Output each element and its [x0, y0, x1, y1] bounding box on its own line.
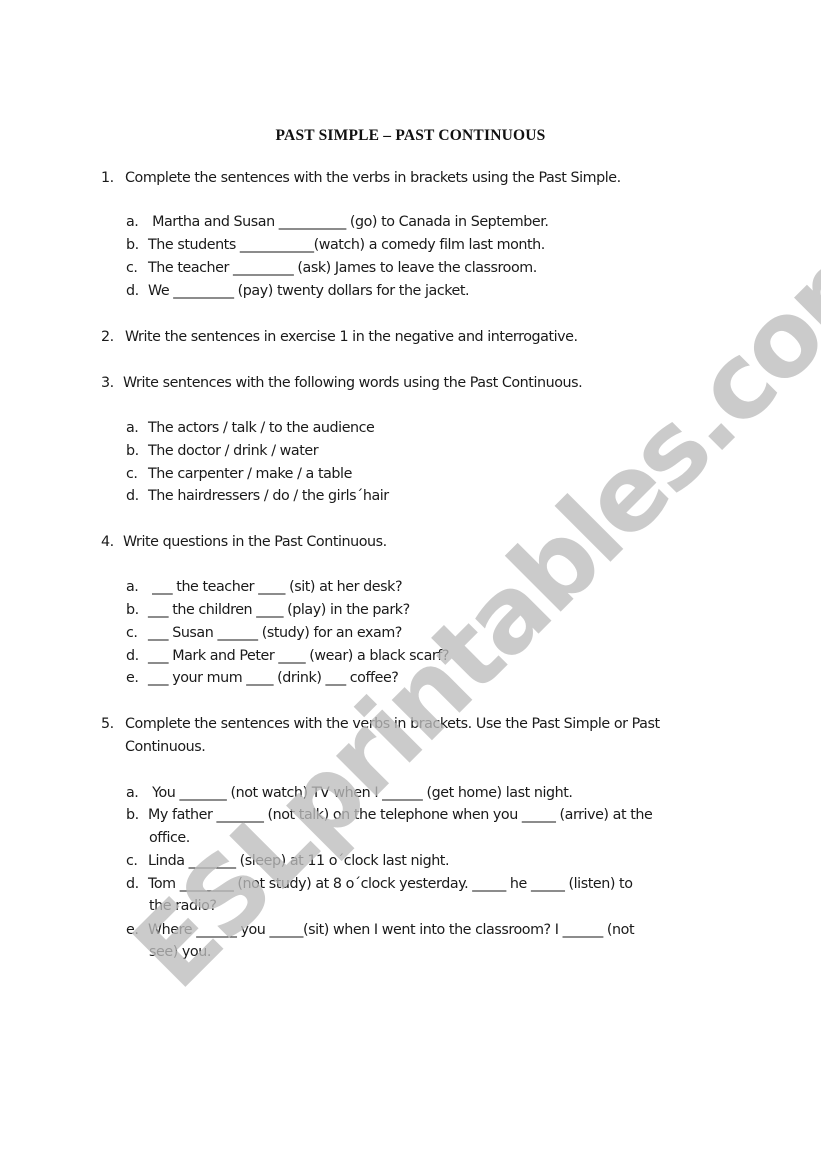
item-label: a.	[126, 420, 139, 436]
item-label: c.	[126, 466, 138, 482]
exercise-5-instruction: 5. Complete the sentences with the verbs …	[101, 716, 660, 732]
item-label: a.	[126, 785, 139, 801]
exercise-1-item-c: c. The teacher _________ (ask) James to l…	[126, 260, 537, 276]
item-label: a.	[126, 579, 139, 595]
instruction-text: Complete the sentences with the verbs in…	[125, 716, 660, 732]
exercise-number: 1.	[101, 170, 114, 186]
exercise-1-item-a: a. Martha and Susan __________ (go) to C…	[126, 214, 549, 230]
item-label: e.	[126, 670, 139, 686]
exercise-3-item-d: d. The hairdressers / do / the girls´hair	[126, 488, 389, 504]
item-label: a.	[126, 214, 139, 230]
exercise-3-instruction: 3. Write sentences with the following wor…	[101, 375, 583, 391]
item-text: The actors / talk / to the audience	[148, 420, 375, 436]
exercise-number: 3.	[101, 375, 114, 391]
exercise-2-instruction: 2. Write the sentences in exercise 1 in t…	[101, 329, 578, 345]
item-label: b.	[126, 237, 139, 253]
exercise-4-item-c: c. ___ Susan ______ (study) for an exam?	[126, 625, 402, 641]
exercise-5-item-d-continued: the radio?	[149, 898, 217, 914]
item-label: b.	[126, 602, 139, 618]
exercise-5-item-c: c. Linda _______ (sleep) at 11 o´clock la…	[126, 853, 450, 869]
item-label: d.	[126, 488, 139, 504]
exercise-5-instruction-continued: Continuous.	[125, 739, 206, 755]
item-label: d.	[126, 283, 139, 299]
exercise-number: 4.	[101, 534, 114, 550]
item-text: The students ___________(watch) a comedy…	[148, 237, 545, 253]
instruction-text: Write questions in the Past Continuous.	[123, 534, 387, 550]
exercise-3-item-a: a. The actors / talk / to the audience	[126, 420, 375, 436]
instruction-text: Write sentences with the following words…	[123, 375, 583, 391]
worksheet-title: PAST SIMPLE – PAST CONTINUOUS	[275, 127, 546, 144]
item-text: The carpenter / make / a table	[148, 466, 352, 482]
exercise-1-item-d: d. We _________ (pay) twenty dollars for …	[126, 283, 470, 299]
item-text: My father _______ (not talk) on the tele…	[148, 807, 653, 823]
instruction-text: Complete the sentences with the verbs in…	[125, 170, 621, 186]
item-label: c.	[126, 260, 138, 276]
item-text: We _________ (pay) twenty dollars for th…	[148, 283, 470, 299]
item-text: ___ Susan ______ (study) for an exam?	[148, 625, 402, 641]
exercise-4-item-a: a. ___ the teacher ____ (sit) at her des…	[126, 579, 403, 595]
exercise-number: 2.	[101, 329, 114, 345]
item-text: ___ the teacher ____ (sit) at her desk?	[148, 579, 403, 595]
exercise-5-item-a: a. You _______ (not watch) TV when I ___…	[126, 785, 573, 801]
item-label: b.	[126, 443, 139, 459]
item-label: d.	[126, 876, 139, 892]
exercise-5-item-b-continued: office.	[149, 830, 190, 846]
instruction-text: Write the sentences in exercise 1 in the…	[125, 329, 578, 345]
item-label: d.	[126, 648, 139, 664]
item-text: Tom ________ (not study) at 8 o´clock ye…	[148, 876, 633, 892]
exercise-4-item-d: d. ___ Mark and Peter ____ (wear) a black…	[126, 648, 449, 664]
exercise-1-item-b: b. The students ___________(watch) a come…	[126, 237, 545, 253]
exercise-5-item-e: e. Where ______ you _____(sit) when I wen…	[126, 922, 635, 938]
item-text: The hairdressers / do / the girls´hair	[148, 488, 389, 504]
exercise-5-item-b: b. My father _______ (not talk) on the te…	[126, 807, 653, 823]
item-text: ___ Mark and Peter ____ (wear) a black s…	[148, 648, 450, 664]
exercise-5-item-e-continued: see) you.	[149, 944, 211, 960]
exercise-5-item-d: d. Tom ________ (not study) at 8 o´clock …	[126, 876, 633, 892]
item-text: ___ your mum ____ (drink) ___ coffee?	[148, 670, 399, 686]
exercise-3-item-c: c. The carpenter / make / a table	[126, 466, 352, 482]
item-text: Where ______ you _____(sit) when I went …	[148, 922, 635, 938]
item-text: ___ the children ____ (play) in the park…	[148, 602, 410, 618]
item-text: Linda _______ (sleep) at 11 o´clock last…	[148, 853, 450, 869]
worksheet-page: PAST SIMPLE – PAST CONTINUOUS 1. Complete…	[0, 0, 821, 1169]
item-text: The doctor / drink / water	[148, 443, 319, 459]
exercise-1-instruction: 1. Complete the sentences with the verbs …	[101, 170, 621, 186]
item-text: You _______ (not watch) TV when I ______…	[148, 785, 573, 801]
exercise-number: 5.	[101, 716, 114, 732]
item-label: b.	[126, 807, 139, 823]
item-label: e.	[126, 922, 139, 938]
exercise-4-item-b: b. ___ the children ____ (play) in the pa…	[126, 602, 410, 618]
exercise-4-instruction: 4. Write questions in the Past Continuous…	[101, 534, 387, 550]
item-text: Martha and Susan __________ (go) to Cana…	[148, 214, 549, 230]
item-label: c.	[126, 853, 138, 869]
exercise-3-item-b: b. The doctor / drink / water	[126, 443, 319, 459]
exercise-4-item-e: e. ___ your mum ____ (drink) ___ coffee?	[126, 670, 399, 686]
item-text: The teacher _________ (ask) James to lea…	[148, 260, 537, 276]
item-label: c.	[126, 625, 138, 641]
